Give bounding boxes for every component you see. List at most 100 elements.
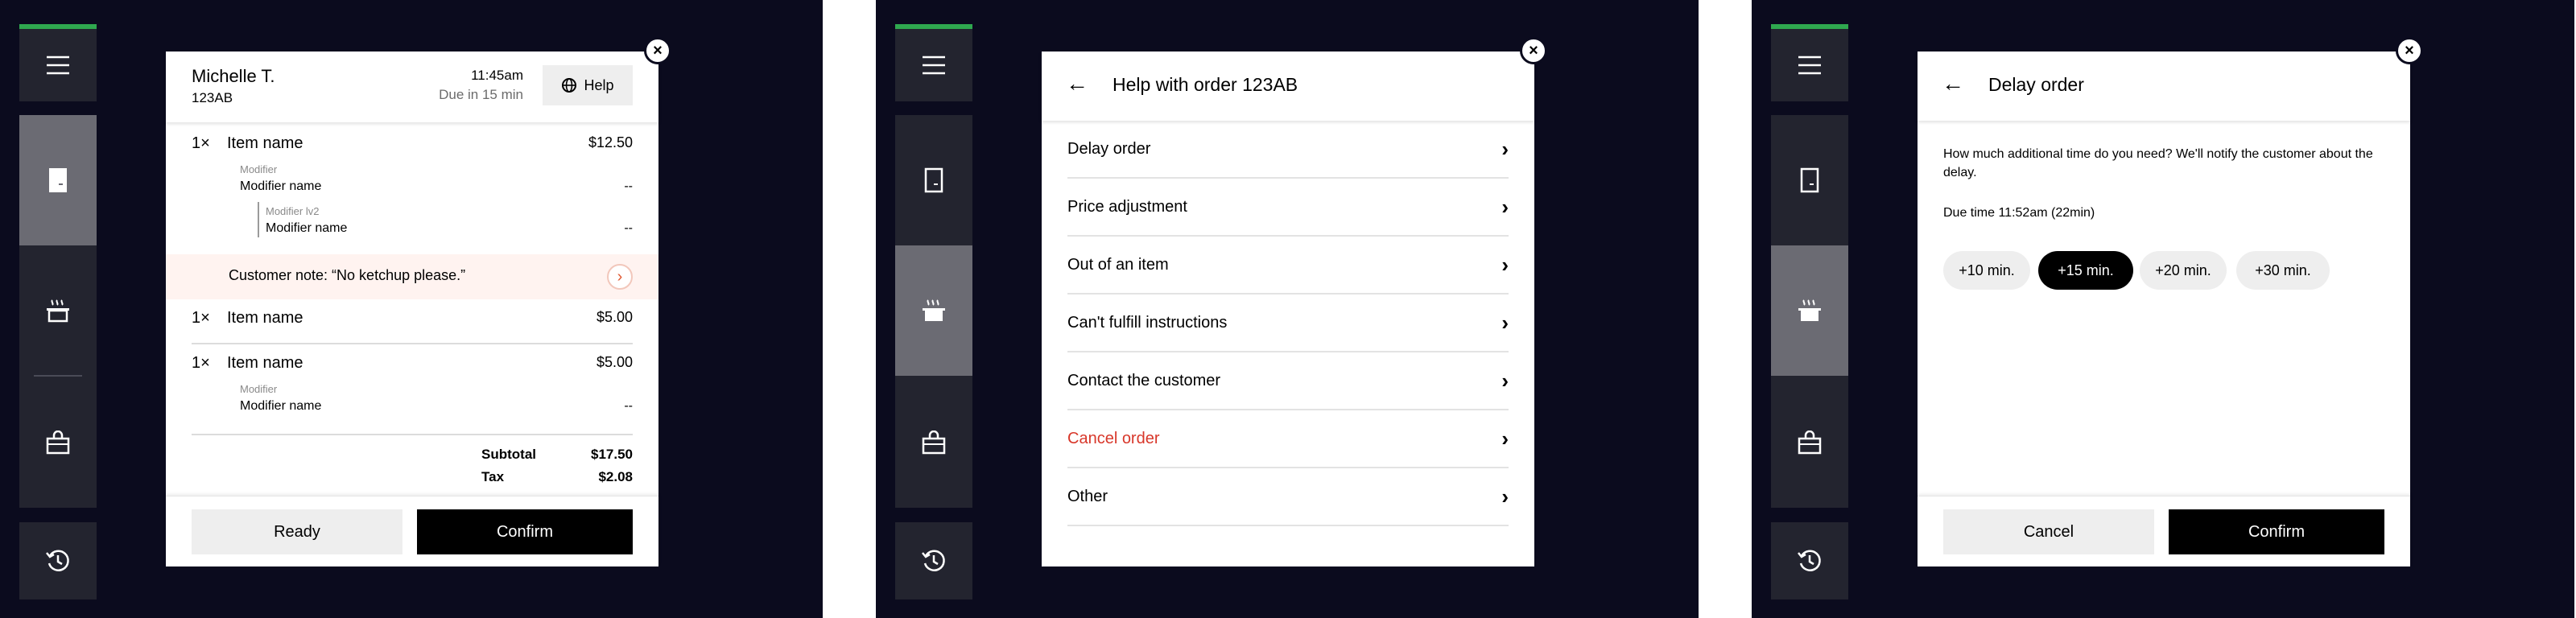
history-button[interactable] [895, 522, 972, 599]
help-option-label: Cancel order [1067, 430, 1160, 447]
sidebar-item-orders[interactable] [19, 115, 97, 245]
history-button[interactable] [1771, 522, 1848, 599]
confirm-button[interactable]: Confirm [2169, 509, 2384, 554]
chevron-right-icon[interactable]: › [607, 264, 633, 290]
sidebar-item-kitchen[interactable] [19, 245, 97, 376]
delay-description: How much additional time do you need? We… [1943, 147, 2373, 179]
item-qty: 1× [192, 309, 210, 327]
history-button[interactable] [19, 522, 97, 599]
menu-icon [921, 55, 947, 76]
modifier-value: -- [624, 179, 633, 193]
shopping-bag-icon [45, 431, 71, 455]
delay-panel: ← Delay order How much additional time d… [1918, 52, 2410, 566]
sidebar-item-kitchen[interactable] [1771, 245, 1848, 376]
help-option-contact-customer[interactable]: Contact the customer › [1067, 352, 1509, 410]
receipt-icon [1799, 167, 1820, 194]
order-id: 123AB [192, 90, 233, 105]
history-icon [921, 548, 947, 574]
menu-button[interactable] [895, 24, 972, 101]
help-title: Help with order 123AB [1113, 74, 1298, 95]
modifier-name: Modifier name [240, 179, 322, 193]
help-option-cant-fulfill[interactable]: Can't fulfill instructions › [1067, 295, 1509, 352]
help-header: ← Help with order 123AB [1042, 52, 1534, 121]
help-option-out-of-item[interactable]: Out of an item › [1067, 237, 1509, 295]
modifier-label: Modifier [240, 163, 278, 175]
order-details-screen: Michelle T. 123AB 11:45am Due in 15 min … [0, 0, 823, 618]
shopping-bag-icon [1797, 431, 1823, 455]
modifier-label: Modifier [240, 383, 278, 395]
help-option-other[interactable]: Other › [1067, 468, 1509, 526]
sidebar-divider [34, 375, 82, 377]
back-arrow-icon[interactable]: ← [1942, 72, 1964, 95]
delay-option-20[interactable]: +20 min. [2140, 251, 2227, 290]
sub-modifier-value: -- [624, 221, 633, 235]
globe-icon [561, 77, 577, 93]
help-screen: ← Help with order 123AB Delay order › Pr… [876, 0, 1699, 618]
close-icon[interactable]: × [2396, 37, 2423, 64]
close-icon[interactable]: × [1520, 37, 1547, 64]
shopping-bag-icon [921, 431, 947, 455]
delay-order-screen: ← Delay order How much additional time d… [1752, 0, 2574, 618]
sidebar-item-kitchen[interactable] [895, 245, 972, 376]
customer-note[interactable]: Customer note: “No ketchup please.” › [166, 254, 658, 299]
item-name: Item name [227, 134, 303, 152]
receipt-icon [47, 167, 68, 194]
sidebar-item-shop[interactable] [1771, 377, 1848, 508]
line-item[interactable]: 1× Item name $5.00 [192, 309, 633, 333]
receipt-icon [923, 167, 944, 194]
chevron-right-icon: › [1501, 311, 1509, 335]
help-option-label: Other [1067, 488, 1108, 505]
item-divider [192, 434, 633, 435]
chevron-right-icon: › [1501, 195, 1509, 219]
confirm-button[interactable]: Confirm [417, 509, 633, 554]
sidebar-nav-group [19, 115, 97, 508]
item-price: $5.00 [596, 309, 633, 325]
delay-option-30[interactable]: +30 min. [2236, 251, 2330, 290]
menu-button[interactable] [1771, 24, 1848, 101]
due-time: Due time 11:52am (22min) [1943, 206, 2095, 220]
chevron-right-icon: › [1501, 484, 1509, 509]
help-option-delay-order[interactable]: Delay order › [1067, 121, 1509, 179]
chevron-right-icon: › [1501, 253, 1509, 277]
line-item[interactable]: 1× Item name $12.50 Modifier Modifier na… [192, 134, 633, 263]
item-name: Item name [227, 309, 303, 327]
sidebar-item-orders[interactable] [1771, 115, 1848, 245]
subtotal-value: $17.50 [591, 447, 633, 462]
delay-footer: Cancel Confirm [1918, 496, 2410, 566]
menu-icon [1797, 55, 1823, 76]
delay-option-15[interactable]: +15 min. [2038, 251, 2133, 290]
item-name: Item name [227, 354, 303, 372]
delay-title: Delay order [1988, 74, 2084, 95]
sub-modifier-name: Modifier name [266, 221, 348, 235]
delay-option-10[interactable]: +10 min. [1943, 251, 2030, 290]
customer-name: Michelle T. [192, 66, 275, 86]
sidebar-nav-group [895, 115, 972, 508]
chevron-right-icon: › [1501, 369, 1509, 393]
line-item[interactable]: 1× Item name $5.00 Modifier Modifier nam… [192, 354, 633, 435]
help-option-label: Can't fulfill instructions [1067, 314, 1228, 332]
sidebar-item-shop[interactable] [19, 377, 97, 508]
history-icon [45, 548, 71, 574]
sub-modifier-label: Modifier lv2 [266, 205, 320, 217]
modifier-value: -- [624, 399, 633, 413]
ready-button[interactable]: Ready [192, 509, 402, 554]
order-footer: Ready Confirm [166, 496, 658, 566]
help-button[interactable]: Help [543, 65, 633, 105]
sidebar-item-shop[interactable] [895, 377, 972, 508]
item-divider [192, 343, 633, 344]
menu-button[interactable] [19, 24, 97, 101]
item-qty: 1× [192, 134, 210, 152]
order-panel: Michelle T. 123AB 11:45am Due in 15 min … [166, 52, 658, 566]
cooking-pot-icon [45, 299, 71, 323]
help-option-price-adjustment[interactable]: Price adjustment › [1067, 179, 1509, 237]
cancel-button[interactable]: Cancel [1943, 509, 2154, 554]
help-option-label: Price adjustment [1067, 198, 1187, 216]
back-arrow-icon[interactable]: ← [1066, 72, 1088, 95]
sidebar-item-orders[interactable] [895, 115, 972, 245]
cooking-pot-icon [921, 299, 947, 323]
modifier-indent-bar [258, 202, 259, 237]
close-icon[interactable]: × [644, 37, 671, 64]
modifier-name: Modifier name [240, 399, 322, 413]
help-option-label: Contact the customer [1067, 372, 1221, 389]
help-option-cancel-order[interactable]: Cancel order › [1067, 410, 1509, 468]
